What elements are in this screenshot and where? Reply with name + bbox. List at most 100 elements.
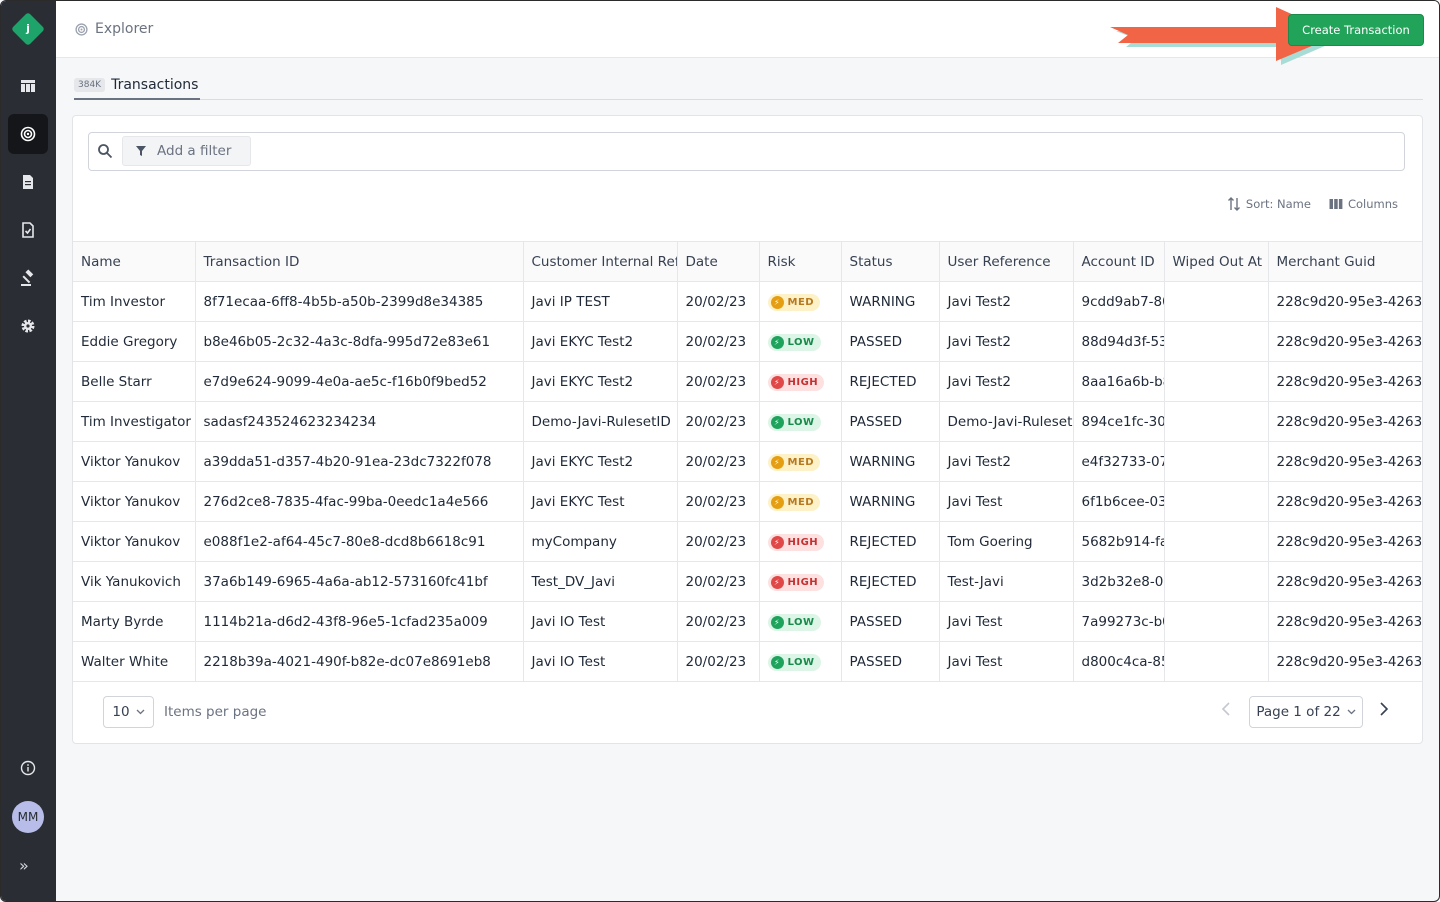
column-header[interactable]: Risk <box>759 241 842 282</box>
sidebar-item-reports[interactable] <box>8 210 48 250</box>
risk-badge: ⚡ LOW <box>767 413 821 431</box>
tab-bar: 384K Transactions <box>74 71 1423 100</box>
lightning-icon: ⚡ <box>770 455 784 469</box>
cell-risk: ⚡ HIGH <box>759 361 842 402</box>
table-row[interactable]: Vik Yanukovich 37a6b149-6965-4a6a-ab12-57… <box>73 561 1422 602</box>
cell-status: REJECTED <box>841 561 940 602</box>
chevron-right-icon[interactable] <box>1379 702 1389 716</box>
app-logo[interactable]: j <box>11 12 45 46</box>
cell-name: Tim Investigator <box>73 401 196 442</box>
lightning-icon: ⚡ <box>770 655 784 669</box>
page-select[interactable]: Page 1 of 22 <box>1249 696 1363 728</box>
cell-risk: ⚡ LOW <box>759 401 842 442</box>
breadcrumb-label[interactable]: Explorer <box>95 21 153 37</box>
risk-badge: ⚡ MED <box>767 453 821 471</box>
cell-wiped <box>1164 521 1269 562</box>
cell-date: 20/02/23 <box>677 561 760 602</box>
risk-label: LOW <box>787 616 815 628</box>
cell-date: 20/02/23 <box>677 321 760 362</box>
cell-status: PASSED <box>841 601 940 642</box>
cell-merchant: 228c9d20-95e3-4263- <box>1268 641 1422 682</box>
logo-letter: j <box>26 22 30 35</box>
cell-cref: Test_DV_Javi <box>523 561 678 602</box>
table-row[interactable]: Tim Investor 8f71ecaa-6ff8-4b5b-a50b-2399… <box>73 281 1422 322</box>
cell-txid: 276d2ce8-7835-4fac-99ba-0eedc1a4e566 <box>195 481 524 522</box>
risk-label: HIGH <box>787 576 819 588</box>
table-row[interactable]: Eddie Gregory b8e46b05-2c32-4a3c-8dfa-995… <box>73 321 1422 362</box>
cell-status: WARNING <box>841 281 940 322</box>
cell-merchant: 228c9d20-95e3-4263- <box>1268 561 1422 602</box>
column-header[interactable]: Date <box>677 241 760 282</box>
table-row[interactable]: Viktor Yanukov 276d2ce8-7835-4fac-99ba-0e… <box>73 481 1422 522</box>
cell-account: e4f32733-07 <box>1073 441 1165 482</box>
column-header[interactable]: Status <box>841 241 940 282</box>
sidebar-item-explorer[interactable] <box>8 114 48 154</box>
tab-transactions[interactable]: 384K Transactions <box>74 71 201 100</box>
table-row[interactable]: Viktor Yanukov e088f1e2-af64-45c7-80e8-dc… <box>73 521 1422 562</box>
cell-uref: Javi Test <box>939 601 1074 642</box>
cell-cref: Javi EKYC Test2 <box>523 321 678 362</box>
count-badge: 384K <box>74 77 106 92</box>
columns-icon <box>1329 199 1343 209</box>
sidebar-item-documents[interactable] <box>8 162 48 202</box>
cell-txid: 1114b21a-d6d2-43f8-96e5-1cfad235a009 <box>195 601 524 642</box>
sidebar-item-rules[interactable] <box>8 258 48 298</box>
sidebar-item-dashboard[interactable] <box>8 66 48 106</box>
cell-merchant: 228c9d20-95e3-4263- <box>1268 401 1422 442</box>
column-header[interactable]: Transaction ID <box>195 241 524 282</box>
columns-button[interactable]: Columns <box>1329 196 1398 212</box>
sidebar: j MM » <box>1 1 56 901</box>
chevron-down-icon <box>136 709 145 715</box>
cell-date: 20/02/23 <box>677 401 760 442</box>
cell-merchant: 228c9d20-95e3-4263- <box>1268 441 1422 482</box>
cell-cref: Demo-Javi-RulesetID <box>523 401 678 442</box>
cell-txid: 37a6b149-6965-4a6a-ab12-573160fc41bf <box>195 561 524 602</box>
radar-icon <box>20 126 36 142</box>
column-header[interactable]: Customer Internal Reference <box>523 241 678 282</box>
risk-label: HIGH <box>787 536 819 548</box>
cell-date: 20/02/23 <box>677 441 760 482</box>
table-row[interactable]: Belle Starr e7d9e624-9099-4e0a-ae5c-f16b0… <box>73 361 1422 402</box>
risk-label: LOW <box>787 336 815 348</box>
chevron-down-icon <box>1347 709 1356 715</box>
info-icon <box>20 760 36 776</box>
sidebar-item-settings[interactable] <box>8 306 48 346</box>
table-row[interactable]: Viktor Yanukov a39dda51-d357-4b20-91ea-23… <box>73 441 1422 482</box>
cell-uref: Javi Test <box>939 641 1074 682</box>
cell-uref: Javi Test2 <box>939 281 1074 322</box>
cell-risk: ⚡ LOW <box>759 321 842 362</box>
column-header[interactable]: User Reference <box>939 241 1074 282</box>
expand-sidebar-icon[interactable]: » <box>19 856 29 875</box>
user-avatar[interactable]: MM <box>12 801 44 833</box>
table-row[interactable]: Walter White 2218b39a-4021-490f-b82e-dc07… <box>73 641 1422 682</box>
column-header[interactable]: Wiped Out At <box>1164 241 1269 282</box>
per-page-label: Items per page <box>164 704 267 720</box>
filter-bar[interactable]: Add a filter <box>88 132 1405 171</box>
radar-icon <box>75 22 88 36</box>
cell-account: d800c4ca-85 <box>1073 641 1165 682</box>
cell-uref: Javi Test2 <box>939 321 1074 362</box>
cell-name: Vik Yanukovich <box>73 561 196 602</box>
risk-badge: ⚡ LOW <box>767 653 821 671</box>
risk-label: LOW <box>787 656 815 668</box>
gear-icon <box>21 319 35 333</box>
add-filter-button[interactable]: Add a filter <box>122 136 251 166</box>
risk-badge: ⚡ MED <box>767 493 821 511</box>
lightning-icon: ⚡ <box>770 615 784 629</box>
sidebar-item-info[interactable] <box>8 748 48 788</box>
per-page-select[interactable]: 10 <box>103 696 154 728</box>
cell-txid: e088f1e2-af64-45c7-80e8-dcd8b6618c91 <box>195 521 524 562</box>
table-row[interactable]: Tim Investigator sadasf243524623234234 Dem… <box>73 401 1422 442</box>
column-header[interactable]: Name <box>73 241 196 282</box>
cell-date: 20/02/23 <box>677 281 760 322</box>
column-header[interactable]: Merchant Guid <box>1268 241 1422 282</box>
pagination: 10 Items per page Page 1 of 22 <box>73 682 1422 743</box>
create-transaction-button[interactable]: Create Transaction <box>1288 14 1424 46</box>
sort-button[interactable]: Sort: Name <box>1227 196 1311 212</box>
chevron-left-icon[interactable] <box>1221 702 1231 716</box>
cell-status: PASSED <box>841 401 940 442</box>
cell-uref: Demo-Javi-RulesetID <box>939 401 1074 442</box>
table-row[interactable]: Marty Byrde 1114b21a-d6d2-43f8-96e5-1cfad… <box>73 601 1422 642</box>
lightning-icon: ⚡ <box>770 575 784 589</box>
column-header[interactable]: Account ID <box>1073 241 1165 282</box>
